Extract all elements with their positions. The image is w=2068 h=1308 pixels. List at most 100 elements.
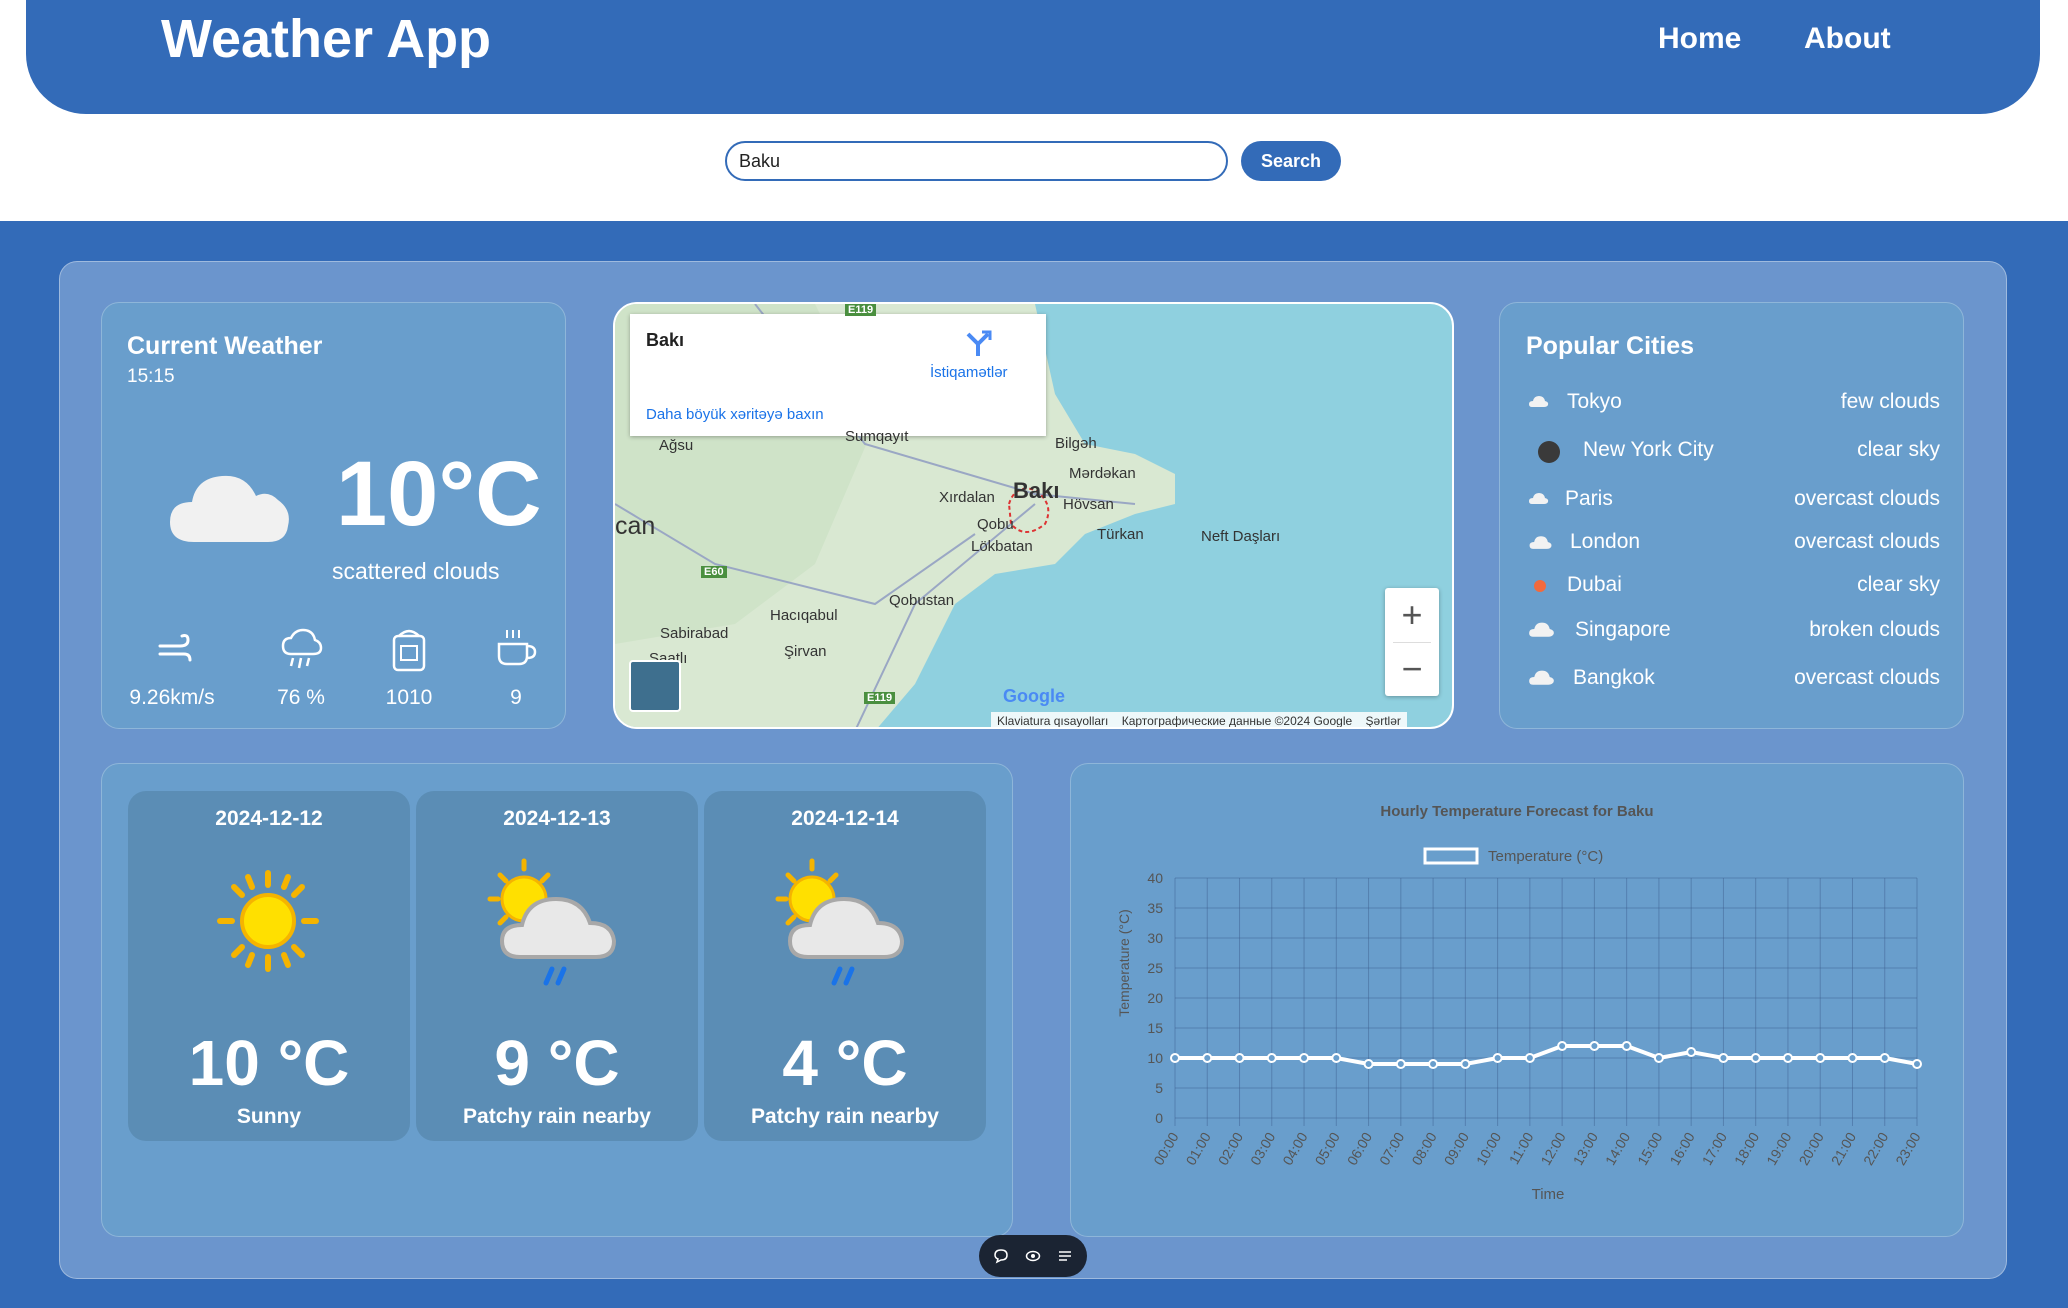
y-axis-label: Temperature (°C) (1116, 909, 1132, 1017)
x-tick-label: 12:00 (1537, 1129, 1568, 1168)
current-time: 15:15 (127, 366, 175, 387)
few-clouds-icon (1529, 396, 1549, 407)
x-tick-label: 02:00 (1215, 1129, 1246, 1168)
map-label: Neft Daşları (1201, 528, 1281, 545)
list-icon[interactable] (1057, 1248, 1073, 1264)
city-item[interactable]: Bangkok overcast clouds (1525, 666, 1940, 696)
city-item[interactable]: New York City clear sky (1525, 438, 1940, 468)
x-tick-label: 22:00 (1860, 1129, 1891, 1168)
larger-map-link[interactable]: Daha böyük xəritəyə baxın (646, 406, 824, 423)
forecast-card: 2024-12-14 4 °C Patchy rain nearby (704, 791, 986, 1141)
map-label: Hacıqabul (770, 607, 838, 624)
city-item[interactable]: Singapore broken clouds (1525, 618, 1940, 648)
data-point (1589, 1041, 1600, 1051)
map-label: Qobustan (889, 592, 955, 609)
data-point (1428, 1059, 1439, 1069)
zoom-in-button[interactable]: + (1385, 588, 1439, 642)
x-tick-label: 23:00 (1892, 1129, 1923, 1168)
y-tick-label: 5 (1155, 1080, 1163, 1096)
x-tick-label: 11:00 (1506, 1129, 1537, 1167)
map-label: Xırdalan (939, 489, 995, 506)
directions-link[interactable]: İstiqamətlər (930, 364, 1008, 381)
zoom-controls: + − (1385, 588, 1439, 696)
overcast-icon (1529, 670, 1554, 685)
x-tick-label: 04:00 (1279, 1129, 1310, 1168)
map-label: Ağsu (659, 437, 694, 454)
city-item[interactable]: Paris overcast clouds (1525, 487, 1940, 517)
clear-day-icon (1534, 580, 1546, 592)
keyboard-shortcuts-link[interactable]: Klaviatura qısayolları (997, 714, 1108, 727)
pressure-value: 1010 (385, 686, 433, 709)
satellite-toggle[interactable] (629, 660, 681, 712)
x-tick-label: 01:00 (1182, 1129, 1213, 1168)
city-item[interactable]: Dubai clear sky (1525, 573, 1940, 603)
city-name: Tokyo (1567, 390, 1622, 413)
map-road-badge: E60 (701, 566, 727, 578)
data-point (1170, 1053, 1180, 1063)
map-label: Hövsan (1063, 496, 1114, 513)
floating-toolbar (979, 1235, 1087, 1277)
city-weather-desc: overcast clouds (1794, 530, 1940, 553)
y-tick-label: 15 (1147, 1020, 1163, 1036)
wind-icon (158, 634, 192, 662)
map-label: Lökbatan (971, 538, 1033, 555)
city-weather-desc: clear sky (1857, 438, 1940, 461)
x-tick-label: 07:00 (1376, 1129, 1407, 1168)
nav-about-link[interactable]: About (1804, 22, 1891, 56)
data-point (1363, 1059, 1374, 1069)
current-description: scattered clouds (332, 558, 500, 584)
x-tick-label: 13:00 (1570, 1129, 1601, 1168)
city-item[interactable]: Tokyo few clouds (1525, 390, 1940, 420)
cloud-icon (170, 475, 289, 542)
city-weather-desc: clear sky (1857, 573, 1940, 596)
map-place-card: Bakı İstiqamətlər Daha böyük xəritəyə ba… (630, 314, 1046, 436)
forecast-temperature: 4 °C (782, 1027, 908, 1099)
y-tick-label: 25 (1147, 960, 1163, 976)
city-item[interactable]: London overcast clouds (1525, 530, 1940, 560)
city-name: Dubai (1567, 573, 1622, 596)
x-tick-label: 17:00 (1699, 1129, 1730, 1168)
search-button[interactable]: Search (1241, 141, 1341, 181)
city-name: New York City (1583, 438, 1714, 461)
eye-icon[interactable] (1025, 1248, 1041, 1264)
data-point (1879, 1053, 1890, 1063)
x-tick-label: 00:00 (1150, 1129, 1181, 1168)
y-tick-label: 40 (1147, 870, 1163, 886)
search-input[interactable] (725, 141, 1228, 181)
directions-icon[interactable] (964, 330, 992, 358)
data-point (1815, 1053, 1826, 1063)
data-point (1912, 1059, 1922, 1069)
data-point (1686, 1047, 1697, 1057)
pressure-icon (392, 629, 426, 672)
forecast-card: 2024-12-12 10 °C Sunny (128, 791, 410, 1141)
city-weather-desc: overcast clouds (1794, 487, 1940, 510)
x-tick-label: 15:00 (1634, 1129, 1665, 1168)
forecast-temperature: 10 °C (188, 1027, 350, 1099)
forecast-condition: Patchy rain nearby (463, 1105, 651, 1128)
map-label: Bilgəh (1055, 435, 1097, 452)
city-weather-desc: few clouds (1840, 390, 1940, 413)
data-point (1266, 1053, 1277, 1063)
chat-icon[interactable] (993, 1248, 1009, 1264)
map-label: Şirvan (784, 643, 827, 660)
terms-link[interactable]: Şərtlər (1366, 714, 1401, 727)
clear-night-icon (1538, 441, 1560, 463)
x-tick-label: 08:00 (1408, 1129, 1439, 1168)
popular-cities-title: Popular Cities (1526, 332, 1695, 360)
city-weather-desc: broken clouds (1809, 618, 1940, 641)
wind-speed-value: 9.26km/s (129, 686, 215, 709)
nav-home-link[interactable]: Home (1658, 22, 1741, 56)
data-point (1331, 1053, 1342, 1063)
x-tick-label: 18:00 (1731, 1129, 1762, 1168)
y-tick-label: 10 (1147, 1050, 1163, 1066)
temperature-chart: Hourly Temperature Forecast for Baku Tem… (1116, 803, 1924, 1203)
data-point (1524, 1053, 1535, 1063)
zoom-out-button[interactable]: − (1385, 642, 1439, 696)
map-place-name: Bakı (646, 330, 685, 350)
x-tick-label: 16:00 (1666, 1129, 1697, 1168)
city-name: Bangkok (1573, 666, 1655, 689)
x-tick-label: 19:00 (1763, 1129, 1794, 1168)
map-embed[interactable]: Bakı İstiqamətlər Daha böyük xəritəyə ba… (613, 302, 1454, 729)
map-label: Qobu (977, 516, 1014, 533)
data-point (1395, 1059, 1406, 1069)
